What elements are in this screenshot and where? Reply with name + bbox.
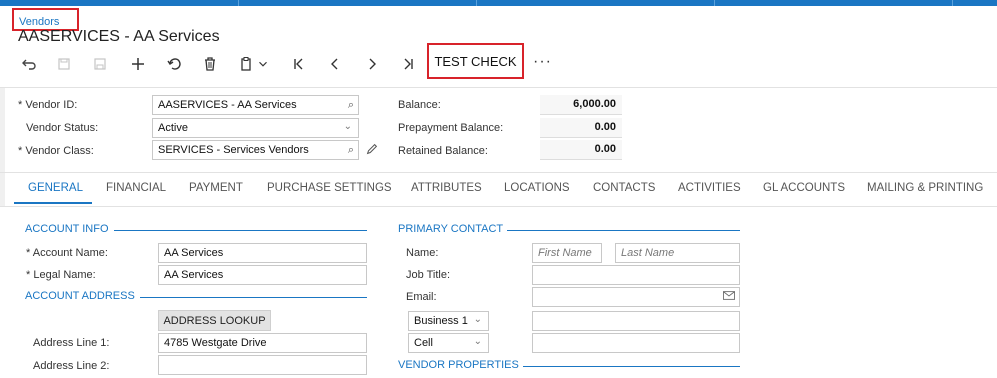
vendor-class-value: SERVICES - Services Vendors xyxy=(158,144,309,156)
vendor-class-label: Vendor Class: xyxy=(18,145,93,157)
more-actions-icon[interactable]: ··· xyxy=(533,53,552,71)
email-input[interactable] xyxy=(532,287,740,307)
copy-paste-icon[interactable] xyxy=(234,52,258,76)
vendor-status-select[interactable]: Active ⌄ xyxy=(152,118,359,138)
previous-record-icon[interactable] xyxy=(323,52,347,76)
toolbar-divider xyxy=(0,87,997,88)
first-record-icon[interactable] xyxy=(287,52,311,76)
tab-bar: GENERAL FINANCIAL PAYMENT PURCHASE SETTI… xyxy=(0,176,997,204)
retained-balance-label: Retained Balance: xyxy=(398,145,488,157)
tab-general[interactable]: GENERAL xyxy=(28,182,83,194)
section-rule xyxy=(140,297,367,298)
balance-label: Balance: xyxy=(398,99,441,111)
last-name-input[interactable]: Last Name xyxy=(615,243,740,263)
balance-value: 6,000.00 xyxy=(540,95,622,115)
account-address-heading: ACCOUNT ADDRESS xyxy=(25,290,135,302)
vendor-properties-heading: VENDOR PROPERTIES xyxy=(398,359,519,371)
vendor-status-value: Active xyxy=(158,122,188,134)
undo-icon[interactable] xyxy=(162,52,186,76)
tab-contacts[interactable]: CONTACTS xyxy=(593,182,655,194)
back-icon[interactable] xyxy=(16,52,40,76)
vendor-class-field[interactable]: SERVICES - Services Vendors ⌕ xyxy=(152,140,359,160)
address-line1-input[interactable]: 4785 Westgate Drive xyxy=(158,333,367,353)
legal-name-input[interactable]: AA Services xyxy=(158,265,367,285)
vendor-id-field[interactable]: AASERVICES - AA Services ⌕ xyxy=(152,95,359,115)
primary-contact-heading: PRIMARY CONTACT xyxy=(398,223,504,235)
prepayment-balance-label: Prepayment Balance: xyxy=(398,122,504,134)
phone2-type-select[interactable]: Cell ⌄ xyxy=(408,333,489,353)
phone2-type-value: Cell xyxy=(414,337,433,349)
tab-gl-accounts[interactable]: GL ACCOUNTS xyxy=(763,182,845,194)
tab-purchase-settings[interactable]: PURCHASE SETTINGS xyxy=(267,182,392,194)
job-title-input[interactable] xyxy=(532,265,740,285)
active-tab-indicator xyxy=(14,202,92,204)
account-info-heading: ACCOUNT INFO xyxy=(25,223,109,235)
name-label: Name: xyxy=(406,247,439,259)
tab-attributes[interactable]: ATTRIBUTES xyxy=(411,182,482,194)
phone1-type-value: Business 1 xyxy=(414,315,468,327)
top-bar-divider xyxy=(238,0,239,6)
breadcrumb-vendors-link[interactable]: Vendors xyxy=(19,16,59,28)
prepayment-balance-value: 0.00 xyxy=(540,118,622,138)
test-check-button[interactable]: TEST CHECK xyxy=(427,43,524,79)
section-rule xyxy=(507,230,740,231)
last-record-icon[interactable] xyxy=(396,52,420,76)
vendor-id-value: AASERVICES - AA Services xyxy=(158,99,297,111)
account-name-label: Account Name: xyxy=(26,247,108,259)
tab-payment[interactable]: PAYMENT xyxy=(189,182,243,194)
first-name-input[interactable]: First Name xyxy=(532,243,602,263)
next-record-icon[interactable] xyxy=(360,52,384,76)
top-bar-divider xyxy=(714,0,715,6)
save-and-close-icon[interactable] xyxy=(52,52,76,76)
top-accent-bar xyxy=(0,0,997,6)
chevron-down-icon: ⌄ xyxy=(473,314,482,325)
delete-icon[interactable] xyxy=(198,52,222,76)
top-bar-divider xyxy=(476,0,477,6)
mail-icon[interactable] xyxy=(723,291,735,303)
tab-locations[interactable]: LOCATIONS xyxy=(504,182,570,194)
address-line2-label: Address Line 2: xyxy=(33,360,110,372)
save-icon[interactable] xyxy=(88,52,112,76)
chevron-down-icon: ⌄ xyxy=(473,336,482,347)
phone1-type-select[interactable]: Business 1 ⌄ xyxy=(408,311,489,331)
tab-financial[interactable]: FINANCIAL xyxy=(106,182,166,194)
add-icon[interactable] xyxy=(126,52,150,76)
summary-divider xyxy=(0,172,997,173)
address-line2-input[interactable] xyxy=(158,355,367,375)
page-title: AASERVICES - AA Services xyxy=(18,28,220,45)
chevron-down-icon: ⌄ xyxy=(343,121,352,132)
legal-name-label: Legal Name: xyxy=(26,269,95,281)
search-icon[interactable]: ⌕ xyxy=(348,99,354,112)
search-icon[interactable]: ⌕ xyxy=(348,144,354,157)
job-title-label: Job Title: xyxy=(406,269,451,281)
email-label: Email: xyxy=(406,291,437,303)
edit-pencil-icon[interactable] xyxy=(365,142,379,156)
chevron-down-icon[interactable] xyxy=(256,52,270,76)
vendor-status-label: Vendor Status: xyxy=(26,122,99,134)
section-rule xyxy=(114,230,367,231)
phone2-input[interactable] xyxy=(532,333,740,353)
tab-mailing-printing[interactable]: MAILING & PRINTING xyxy=(867,182,983,194)
section-rule xyxy=(523,366,740,367)
retained-balance-value: 0.00 xyxy=(540,140,622,160)
tab-activities[interactable]: ACTIVITIES xyxy=(678,182,741,194)
address-line1-label: Address Line 1: xyxy=(33,337,110,349)
phone1-input[interactable] xyxy=(532,311,740,331)
top-bar-divider xyxy=(952,0,953,6)
address-lookup-button[interactable]: ADDRESS LOOKUP xyxy=(158,310,271,331)
account-name-input[interactable]: AA Services xyxy=(158,243,367,263)
vendor-id-label: Vendor ID: xyxy=(18,99,77,111)
